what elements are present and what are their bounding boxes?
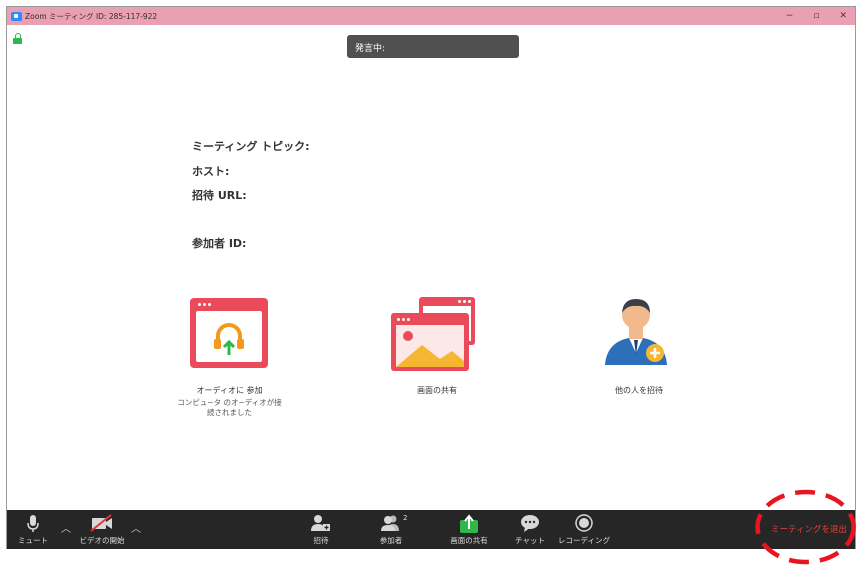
invite-url-label: 招待 URL: (192, 189, 247, 202)
share-screen-icon[interactable] (391, 313, 469, 371)
speaking-indicator: 発言中: (347, 35, 519, 58)
meeting-topic-label: ミーティング トピック: (192, 140, 310, 153)
invite-others-icon[interactable] (601, 293, 671, 367)
audio-connected-line1: コンピュ−タ のオ−ディオが接 (177, 398, 282, 407)
share-screen-button[interactable]: 画面の共有 (443, 510, 495, 549)
share-screen-green-icon (460, 514, 478, 533)
invite-button[interactable]: 招待 (303, 510, 339, 549)
participants-count: 2 (403, 514, 408, 522)
share-screen-label[interactable]: 画面の共有 (377, 385, 497, 396)
join-audio-action[interactable]: オーディオに 参加 コンピュ−タ のオ−ディオが接 続されました (157, 385, 302, 418)
restore-button[interactable]: ▫ (813, 11, 819, 21)
start-video-label: ビデオの開始 (79, 536, 125, 545)
host-label: ホスト: (192, 165, 230, 178)
chat-label: チャット (515, 536, 545, 545)
minimize-button[interactable]: − (786, 11, 794, 21)
lock-icon[interactable] (13, 33, 22, 44)
title-bar: Zoom ミーティング ID: 285-117-922 − ▫ ✕ (7, 7, 855, 25)
chat-icon (521, 515, 539, 532)
invite-label: 招待 (313, 536, 329, 545)
share-screen-toolbar-label: 画面の共有 (450, 536, 488, 545)
participants-icon (381, 515, 399, 531)
window-title: Zoom ミーティング ID: 285-117-922 (25, 11, 158, 21)
chat-button[interactable]: チャット (511, 510, 549, 549)
record-icon (575, 514, 593, 532)
meeting-toolbar: ミュート ︿ ビデオの開始 ︿ 招待 2 参加者 画面の共有 チャット レコーデ… (7, 510, 855, 549)
highlight-circle-annotation (755, 489, 856, 565)
zoom-app-icon (11, 11, 22, 21)
invite-others-action[interactable]: 他の人を招待 (579, 385, 699, 396)
mute-button[interactable]: ミュート (13, 510, 53, 549)
mute-label: ミュート (18, 536, 48, 545)
record-button[interactable]: レコーディング (555, 510, 613, 549)
participant-id-label: 参加者 ID: (192, 237, 247, 250)
start-video-button[interactable]: ビデオの開始 (73, 510, 131, 549)
join-audio-label[interactable]: オーディオに 参加 (157, 385, 302, 396)
video-options-caret-icon[interactable]: ︿ (131, 520, 141, 535)
audio-connected-line2: 続されました (207, 408, 252, 417)
participants-button[interactable]: 2 参加者 (371, 510, 411, 549)
zoom-window: Zoom ミーティング ID: 285-117-922 − ▫ ✕ 発言中: ミ… (6, 6, 856, 549)
share-screen-action[interactable]: 画面の共有 (377, 385, 497, 396)
invite-others-label[interactable]: 他の人を招待 (579, 385, 699, 396)
microphone-icon (27, 515, 39, 532)
participants-label: 参加者 (379, 536, 403, 545)
audio-options-caret-icon[interactable]: ︿ (61, 520, 71, 535)
close-button[interactable]: ✕ (839, 11, 847, 21)
add-user-icon (311, 515, 330, 531)
window-controls: − ▫ ✕ (786, 7, 847, 25)
record-label: レコーディング (558, 536, 610, 545)
join-audio-icon[interactable] (190, 298, 268, 368)
video-off-icon (90, 514, 112, 532)
